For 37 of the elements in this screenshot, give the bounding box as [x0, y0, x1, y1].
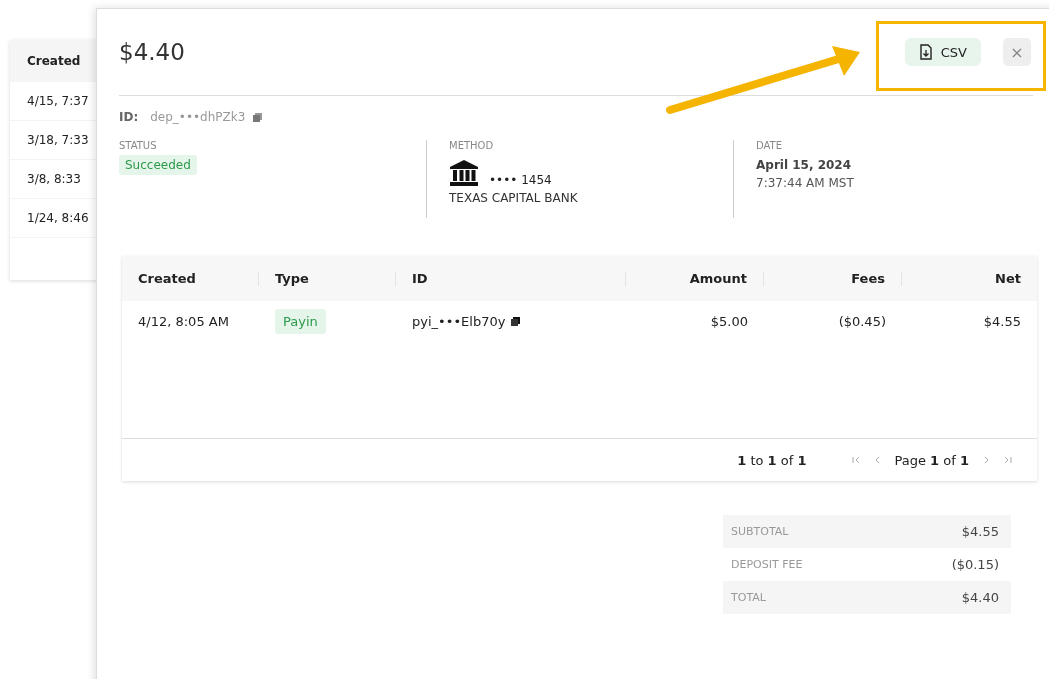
total-label: DEPOSIT FEE	[731, 558, 803, 571]
id-value: dep_•••dhPZk3	[150, 110, 246, 124]
total-value: ($0.15)	[951, 557, 999, 572]
id-label: ID:	[119, 110, 139, 124]
total-label: TOTAL	[731, 591, 766, 604]
method-label: METHOD	[449, 140, 494, 151]
last-page-icon[interactable]	[1003, 455, 1013, 465]
account-number: •••• 1454	[489, 173, 552, 187]
bank-name: TEXAS CAPITAL BANK	[449, 191, 578, 205]
time-value: 7:37:44 AM MST	[756, 176, 854, 190]
total-value: $4.40	[961, 590, 999, 605]
type-badge: Payin	[275, 308, 326, 334]
column-header[interactable]: Amount	[626, 271, 764, 286]
date-value: April 15, 2024	[756, 158, 852, 172]
table-cell-text: $5.00	[709, 312, 749, 331]
csv-button[interactable]: CSV	[904, 38, 981, 66]
column-header[interactable]: Fees	[764, 271, 902, 286]
column-header[interactable]: Created	[122, 271, 259, 286]
column-header[interactable]: Net	[902, 271, 1037, 286]
total-label: SUBTOTAL	[731, 525, 789, 538]
first-page-icon[interactable]	[850, 455, 861, 465]
table-cell-text: $4.55	[982, 312, 1022, 331]
total-value: $4.55	[961, 524, 999, 539]
amount-title: $4.40	[119, 39, 185, 65]
table-cell-text: ($0.45)	[837, 312, 887, 331]
page-indicator: Page 1 of 1	[894, 452, 969, 468]
column-header[interactable]: Type	[259, 271, 396, 286]
table-cell: pyi_•••Elb70y	[412, 313, 506, 329]
status-label: STATUS	[119, 140, 157, 151]
copy-icon[interactable]	[511, 316, 521, 326]
file-download-icon	[918, 44, 933, 60]
date-label: DATE	[756, 140, 782, 151]
status-badge: Succeeded	[119, 155, 197, 175]
bank-icon	[449, 159, 479, 187]
column-header[interactable]: ID	[396, 271, 626, 286]
row-count: 1 to 1 of 1	[737, 452, 807, 468]
table-cell-text: 4/12, 8:05 AM	[137, 312, 230, 331]
